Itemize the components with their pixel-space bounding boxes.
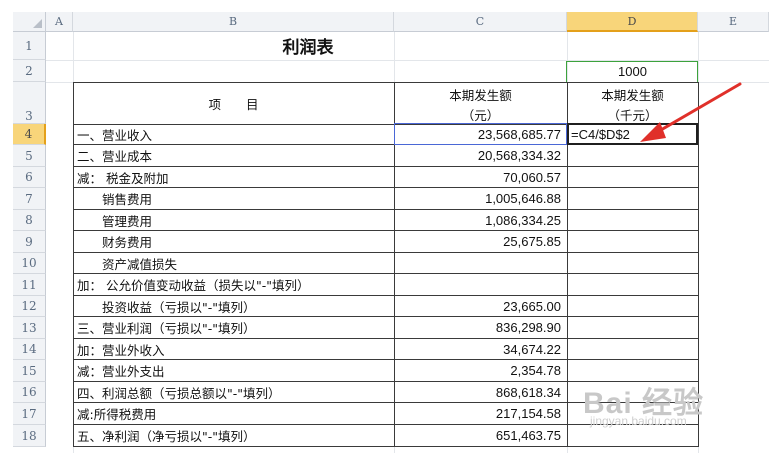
row-value-c[interactable] [394,253,567,274]
row-value-d[interactable] [567,188,698,210]
row-header[interactable]: 12 [13,296,46,317]
row-label[interactable]: 五、净利润（净亏损以"-"填列） [73,425,394,447]
column-header-b[interactable]: B [73,12,394,32]
cell-c4-reference-outline [394,123,567,145]
row-value-d[interactable] [567,317,698,339]
row-value-c[interactable]: 20,568,334.32 [394,145,567,167]
row-header[interactable]: 2 [13,60,46,82]
row-value-c[interactable]: 836,298.90 [394,317,567,339]
row-label[interactable]: 加： 公允价值变动收益（损失以"-"填列） [73,274,394,296]
row-label[interactable]: 四、利润总额（亏损总额以"-"填列） [73,382,394,403]
row-label[interactable]: 投资收益（亏损以"-"填列） [73,296,394,317]
column-header-a[interactable]: A [46,12,73,32]
row-label[interactable]: 二、营业成本 [73,145,394,167]
baidu-watermark-url: jingyan.baidu.com [590,414,687,428]
row-value-d[interactable] [567,253,698,274]
row-value-c[interactable]: 2,354.78 [394,360,567,382]
row-label[interactable]: 减:所得税费用 [73,403,394,425]
row-header[interactable]: 17 [13,403,46,425]
row-header[interactable]: 1 [13,32,46,60]
row-label[interactable]: 财务费用 [73,231,394,253]
row-header[interactable]: 14 [13,339,46,360]
row-label[interactable]: 加：营业外收入 [73,339,394,360]
row-label[interactable]: 管理费用 [73,210,394,231]
row-value-d[interactable] [567,425,698,447]
column-header-e[interactable]: E [698,12,769,32]
row-value-c[interactable]: 868,618.34 [394,382,567,403]
row-header[interactable]: 8 [13,210,46,231]
row-value-c[interactable]: 651,463.75 [394,425,567,447]
column-header-c[interactable]: C [394,12,567,32]
row-header[interactable]: 10 [13,253,46,274]
row-value-d[interactable] [567,296,698,317]
column-header-d[interactable]: D [567,12,698,32]
header-c-line2: （元） [461,107,500,123]
row-label[interactable]: 减：营业外支出 [73,360,394,382]
row-header[interactable]: 15 [13,360,46,382]
row-label[interactable]: 三、营业利润（亏损以"-"填列） [73,317,394,339]
row-value-c[interactable]: 1,086,334.25 [394,210,567,231]
row-header[interactable]: 11 [13,274,46,296]
row-label[interactable]: 一、营业收入 [73,124,394,145]
sheet-title: 利润表 [282,38,334,58]
header-item[interactable]: 项 目 [73,82,394,124]
annotation-arrow-icon [640,82,742,142]
row-label[interactable]: 销售费用 [73,188,394,210]
row-value-c[interactable]: 70,060.57 [394,167,567,188]
row-header[interactable]: 6 [13,167,46,188]
header-c-line1: 本期发生额 [449,87,512,103]
row-header[interactable]: 5 [13,145,46,167]
row-value-c[interactable] [394,274,567,296]
select-all-corner[interactable] [13,12,46,32]
table-border [73,82,699,83]
row-value-d[interactable] [567,274,698,296]
row-value-c[interactable]: 25,675.85 [394,231,567,253]
row-header[interactable]: 16 [13,382,46,403]
row-header[interactable]: 3 [13,82,46,124]
row-value-d[interactable] [567,339,698,360]
row-value-c[interactable]: 217,154.58 [394,403,567,425]
row-value-c[interactable]: 34,674.22 [394,339,567,360]
row-value-d[interactable] [567,210,698,231]
row-label[interactable]: 减： 税金及附加 [73,167,394,188]
row-header[interactable]: 9 [13,231,46,253]
table-border [73,82,74,447]
row-header[interactable]: 18 [13,425,46,447]
row-header[interactable]: 7 [13,188,46,210]
row-label[interactable]: 资产减值损失 [73,253,394,274]
corner-triangle-icon [33,19,42,28]
row-value-c[interactable]: 23,665.00 [394,296,567,317]
row-header[interactable]: 13 [13,317,46,339]
row-value-c[interactable]: 1,005,646.88 [394,188,567,210]
row-value-d[interactable] [567,145,698,167]
row-header[interactable]: 4 [13,124,46,145]
row-value-d[interactable] [567,231,698,253]
row-value-d[interactable] [567,167,698,188]
